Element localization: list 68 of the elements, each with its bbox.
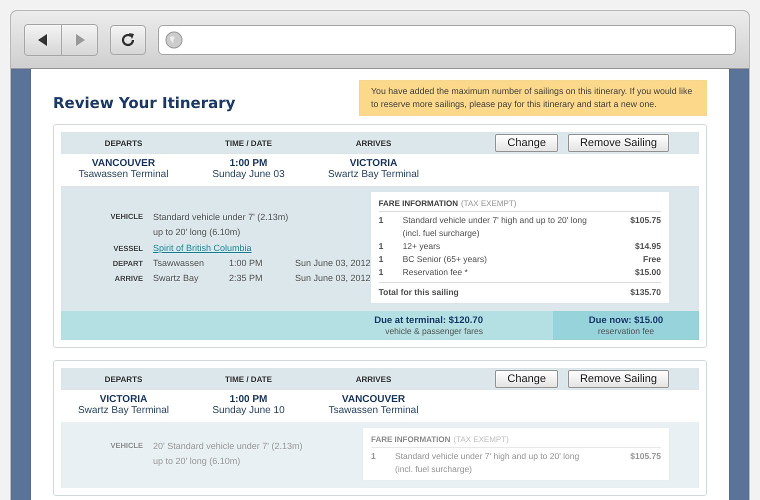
due-note: vehicle & passenger fares (384, 326, 483, 336)
action-button[interactable]: Change (495, 370, 558, 388)
total-label: Total for this sailing (378, 287, 459, 297)
detail-value: up to 20' long (6.10m) (153, 226, 242, 239)
fare-note: (TAX EXEMPT) (460, 199, 516, 208)
detail-value: 1:00 PM (229, 257, 264, 270)
summary-detail: Tsawassen Terminal (328, 405, 420, 416)
fare-description: Standard vehicle under 7' high and up to 20' long (395, 450, 580, 463)
due-amount: Due at terminal: $120.70 (373, 315, 483, 326)
quantity: 1 (378, 266, 384, 279)
fare-description: (incl. fuel surcharge) (402, 227, 481, 240)
action-button[interactable]: Remove Sailing (568, 370, 669, 388)
column-header: DEPARTS (104, 138, 144, 148)
fare-price: $105.75 (630, 214, 661, 227)
summary-value: VICTORIA (98, 394, 148, 405)
summary-value: 1:00 PM (228, 394, 268, 405)
total-price: $135.70 (630, 287, 661, 297)
column-header: DEPARTS (104, 374, 144, 384)
fare-description: (incl. fuel surcharge) (395, 463, 474, 476)
summary-value: 1:00 PM (228, 158, 268, 169)
reload-button[interactable] (110, 24, 146, 54)
fare-description: BC Senior (65+ years) (402, 253, 488, 266)
detail-value: Sun June 03, 2012 (295, 257, 371, 270)
action-button[interactable]: Remove Sailing (568, 134, 669, 152)
right-triangle-icon (74, 34, 84, 46)
quantity: 1 (378, 214, 384, 227)
reload-icon (120, 32, 136, 48)
fare-description: 12+ years (402, 240, 442, 253)
summary-detail: Sunday June 10 (211, 405, 286, 416)
action-button[interactable]: Change (495, 134, 558, 152)
column-header: TIME / DATE (224, 374, 273, 384)
quantity: 1 (378, 253, 384, 266)
fare-description: Reservation fee * (402, 266, 469, 279)
due-note: reservation fee (596, 326, 656, 336)
fare-title: FARE INFORMATION (378, 199, 458, 208)
detail-value: Sun June 03, 2012 (295, 272, 371, 285)
detail-value: Tsawwassen (153, 257, 206, 270)
summary-detail: Sunday June 03 (211, 169, 286, 180)
summary-value: VANCOUVER (340, 394, 406, 405)
detail-value: Swartz Bay (153, 272, 200, 285)
summary-detail: Tsawassen Terminal (78, 169, 170, 180)
summary-value: VANCOUVER (90, 158, 156, 169)
back-button[interactable] (25, 24, 61, 54)
quantity: 1 (378, 240, 384, 253)
page-title: Review Your Itinerary (53, 94, 236, 112)
fare-price: $14.95 (635, 240, 661, 253)
column-header: TIME / DATE (224, 138, 273, 148)
fare-price: $105.75 (630, 450, 661, 463)
globe-icon (165, 30, 183, 48)
notice-banner: You have added the maximum number of sailings on this itinerary. If you would like to reserve more sailings, please pay for this itinerary and start a new one. (359, 80, 707, 116)
summary-detail: Swartz Bay Terminal (327, 169, 420, 180)
fare-note: (TAX EXEMPT) (453, 435, 509, 444)
left-triangle-icon (38, 34, 48, 46)
detail-value: up to 20' long (6.10m) (153, 455, 242, 468)
fare-price: Free (643, 253, 661, 266)
due-amount: Due now: $15.00 (588, 315, 664, 326)
address-field[interactable] (158, 24, 736, 54)
detail-value: Standard vehicle under 7' (2.13m) (153, 211, 288, 224)
quantity: 1 (371, 450, 377, 463)
column-header: ARRIVES (354, 374, 392, 384)
summary-detail: Swartz Bay Terminal (77, 405, 170, 416)
fare-description: Standard vehicle under 7' high and up to 20' long (402, 214, 588, 227)
detail-value: 2:35 PM (229, 272, 264, 285)
fare-title: FARE INFORMATION (371, 435, 450, 444)
column-header: ARRIVES (354, 138, 392, 148)
fare-price: $15.00 (635, 266, 661, 279)
summary-value: VICTORIA (348, 158, 398, 169)
detail-value: 20' Standard vehicle under 7' (2.13m) (153, 440, 303, 453)
